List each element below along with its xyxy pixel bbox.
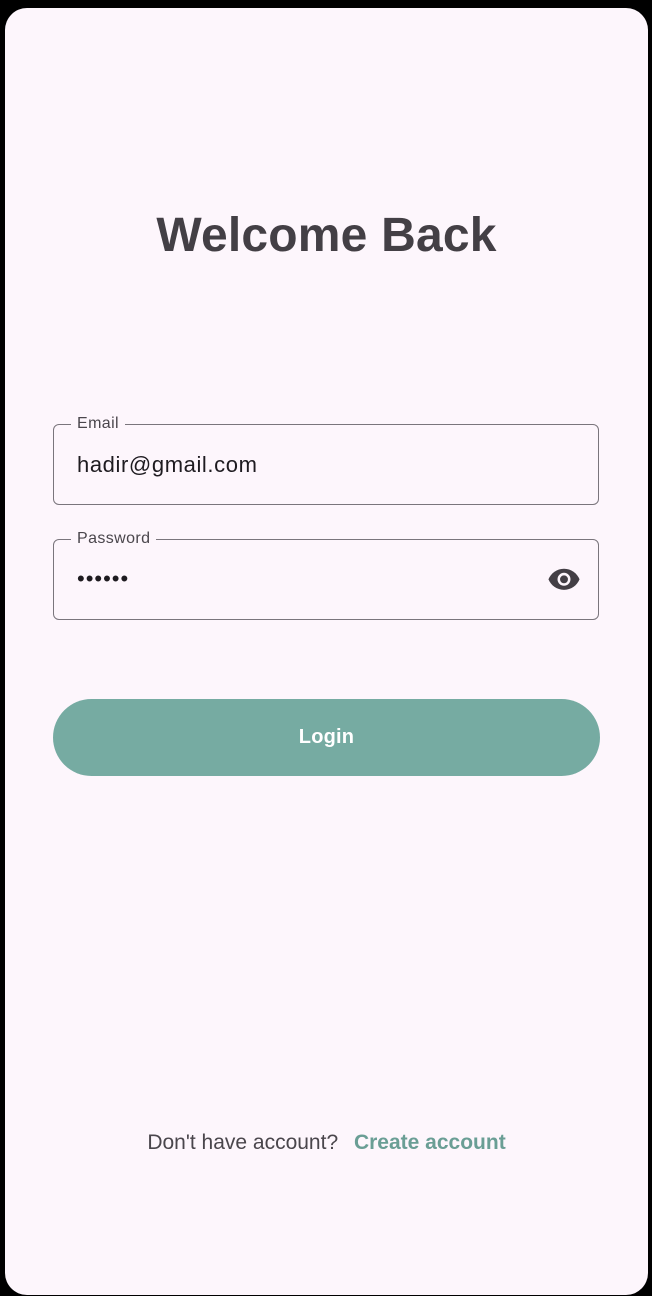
email-field-label: Email	[71, 414, 126, 434]
password-field-label: Password	[71, 529, 157, 549]
signup-prompt: Don't have account? Create account	[5, 1130, 648, 1156]
password-input[interactable]: ••••••	[77, 566, 129, 592]
create-account-link[interactable]: Create account	[354, 1131, 506, 1154]
eye-icon[interactable]	[547, 565, 581, 595]
login-button[interactable]: Login	[53, 699, 600, 776]
password-field[interactable]: Password ••••••	[53, 529, 599, 620]
email-field[interactable]: Email hadir@gmail.com	[53, 414, 599, 505]
signup-prompt-text: Don't have account?	[147, 1131, 339, 1154]
page-title: Welcome Back	[156, 209, 497, 262]
login-screen: Welcome Back Email hadir@gmail.com Passw…	[5, 8, 648, 1295]
email-input[interactable]: hadir@gmail.com	[77, 452, 258, 478]
